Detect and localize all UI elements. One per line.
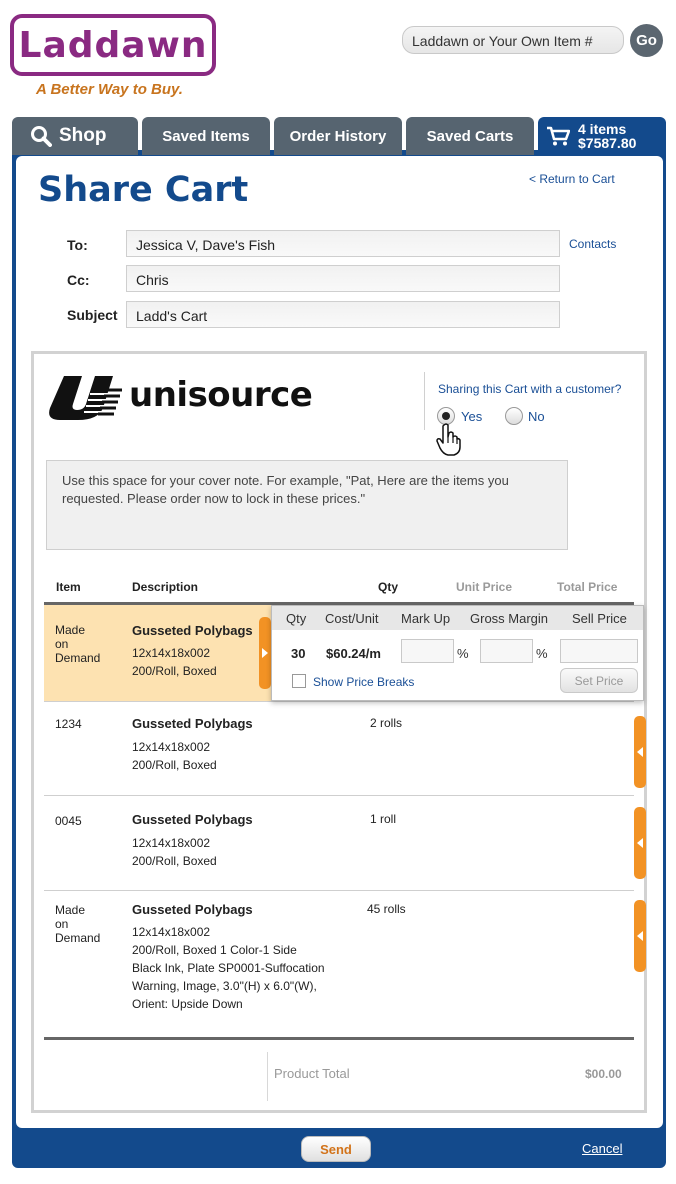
tab-saved-items[interactable]: Saved Items [142,117,270,155]
tab-saved-items-label: Saved Items [162,127,250,145]
row2-desc: 12x14x18x002 200/Roll, Boxed [132,740,217,772]
tab-saved-carts[interactable]: Saved Carts [406,117,534,155]
gross-margin-input[interactable] [480,639,533,663]
row4-desc: 12x14x18x002 200/Roll, Boxed 1 Color-1 S… [132,925,325,1011]
cover-note-textarea[interactable]: Use this space for your cover note. For … [46,460,568,550]
row3-name: Gusseted Polybags [132,812,253,827]
to-label: To: [67,237,88,253]
tab-order-history[interactable]: Order History [274,117,402,155]
row4-expand-icon[interactable] [634,900,646,972]
no-radio[interactable] [505,407,523,425]
popup-qty-value: 30 [291,646,306,661]
cart-item-count: 4 items [578,121,627,137]
no-label: No [528,409,545,424]
totals-rule [44,1037,634,1040]
search-input[interactable]: Laddawn or Your Own Item # [402,26,624,54]
show-price-breaks-label[interactable]: Show Price Breaks [313,675,414,689]
row2-item: 1234 [55,717,82,731]
cart-total: $7587.80 [578,135,637,151]
share-question: Sharing this Cart with a customer? [438,382,622,396]
send-button[interactable]: Send [301,1136,371,1162]
popup-col-cost: Cost/Unit [325,611,379,626]
col-unit-price: Unit Price [456,580,513,594]
cart-tab[interactable]: 4 items $7587.80 [538,117,666,155]
popup-col-qty: Qty [286,611,307,626]
tab-order-history-label: Order History [289,127,387,145]
totals-divider [267,1052,268,1101]
row3-item: 0045 [55,814,82,828]
col-total-price: Total Price [557,580,618,594]
divider [424,372,425,430]
margin-percent: % [536,646,548,661]
popup-col-margin: Gross Margin [470,611,549,626]
subject-label: Subject [67,307,118,323]
yes-label: Yes [461,409,483,424]
row-divider [44,795,634,796]
col-item: Item [56,580,81,594]
product-total-label: Product Total [274,1066,350,1081]
col-qty: Qty [378,580,399,594]
tab-shop-label: Shop [59,125,107,146]
row1-item: Made on Demand [55,623,101,665]
row4-item: Made on Demand [55,903,101,945]
unisource-logo-icon [49,376,122,420]
row-divider [44,701,634,702]
row3-expand-icon[interactable] [634,807,646,879]
row4-name: Gusseted Polybags [132,902,253,917]
expand-tab-icon[interactable] [259,617,271,689]
product-total-value: $00.00 [585,1067,622,1081]
popup-col-markup: Mark Up [401,611,451,626]
tab-shop[interactable]: Shop [12,117,138,155]
row1-desc: 12x14x18x002 200/Roll, Boxed [132,646,217,678]
unisource-brand: unisource [129,375,313,415]
hand-cursor-icon [436,423,461,456]
cancel-link[interactable]: Cancel [582,1141,622,1156]
tab-saved-carts-label: Saved Carts [426,127,514,145]
col-description: Description [132,580,199,594]
row2-name: Gusseted Polybags [132,716,253,731]
row3-desc: 12x14x18x002 200/Roll, Boxed [132,836,217,868]
show-price-breaks-checkbox[interactable] [292,674,306,688]
set-price-button[interactable]: Set Price [560,668,638,693]
page-title: Share Cart [38,170,249,210]
go-button[interactable]: Go [630,24,663,57]
to-field[interactable]: Jessica V, Dave's Fish [126,230,560,257]
search-icon [31,126,52,147]
cc-label: Cc: [67,272,90,288]
row2-expand-icon[interactable] [634,716,646,788]
row2-qty: 2 rolls [370,716,403,730]
contacts-link[interactable]: Contacts [569,237,616,251]
row4-qty: 45 rolls [367,902,406,916]
cart-icon [547,126,570,146]
row-divider [44,890,634,891]
subject-field[interactable]: Ladd's Cart [126,301,560,328]
markup-percent: % [457,646,469,661]
return-to-cart-link[interactable]: < Return to Cart [529,172,615,186]
logo-text: Laddawn [18,24,208,66]
tagline: A Better Way to Buy. [36,81,183,98]
popup-cost-value: $60.24/m [326,646,381,661]
cc-field[interactable]: Chris [126,265,560,292]
markup-input[interactable] [401,639,454,663]
row1-name: Gusseted Polybags [132,623,253,638]
popup-col-sell: Sell Price [572,611,627,626]
row3-qty: 1 roll [370,812,397,826]
laddawn-logo[interactable]: Laddawn [10,14,216,76]
sell-price-input[interactable] [560,639,638,663]
